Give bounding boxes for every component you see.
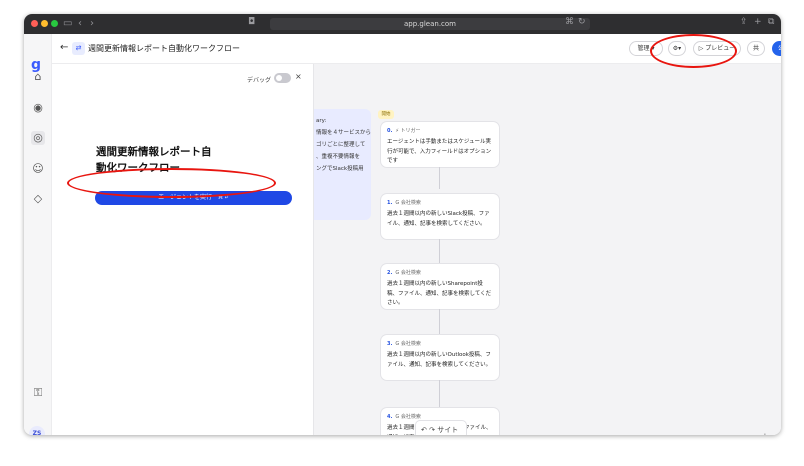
summary-card: ary: 情報を４サービスから ゴリごとに整理して 、重複不要情報を ングでSl… (314, 109, 371, 220)
workflow-canvas[interactable]: ary: 情報を４サービスから ゴリごとに整理して 、重複不要情報を ングでSl… (314, 64, 781, 435)
browser-titlebar: ▭ ‹ › ◘ app.glean.com ⌘ ↻ ⇪ + ⧉ (24, 14, 781, 34)
step-number: 1. (387, 200, 393, 206)
run-agent-button[interactable]: エージェントを実行 ⌘ ↵ (95, 191, 292, 205)
zoom-controls[interactable]: + − ⛶ (762, 432, 781, 435)
connector-line (439, 167, 440, 189)
summary-line: ゴリごとに整理して (316, 142, 366, 148)
step-kind: 会社検索 (400, 200, 421, 206)
publish-button[interactable]: 公開 (772, 41, 781, 56)
step-kind: 会社検索 (400, 270, 421, 276)
close-icon[interactable]: × (295, 72, 302, 81)
page-title: 週間更新情報レポート自動化ワークフロー (88, 44, 240, 53)
forward-nav-icon[interactable]: › (90, 18, 94, 29)
people-icon[interactable]: ☺ (31, 162, 45, 176)
step-body: 過去１週間以内の新しいSharepoint投稿、ファイル、通知、記事を検索してく… (387, 281, 492, 306)
agent-run-panel: デバッグ × 週間更新情報レポート自動化ワークフロー エージェントを実行 ⌘ ↵ (52, 64, 314, 435)
step-number: 0. (387, 128, 393, 134)
address-bar[interactable]: app.glean.com (270, 18, 590, 30)
settings-dropdown[interactable]: ⚙▾ (668, 41, 686, 56)
step-kind: トリガー (400, 128, 421, 134)
share-icon[interactable]: ⇪ (740, 17, 748, 27)
translate-icon[interactable]: ⌘ (565, 17, 574, 27)
debug-toggle[interactable] (274, 73, 291, 83)
step-header: 0. ⚡ トリガー (387, 127, 493, 134)
close-window-button[interactable] (31, 20, 38, 27)
step-header: 1. G 会社検索 (387, 199, 493, 206)
shield-icon: ◘ (248, 17, 256, 27)
back-nav-icon[interactable]: ‹ (78, 18, 82, 29)
connector-line (439, 239, 440, 264)
search-icon: G (395, 414, 400, 420)
floating-toolbar: ↶ ↷ サイト上の (416, 421, 466, 435)
chat-icon[interactable]: ◉ (31, 101, 45, 115)
agents-icon[interactable]: ◎ (31, 131, 45, 145)
reload-icon[interactable]: ↻ (578, 17, 586, 27)
workflow-step-2[interactable]: 2. G 会社検索 過去１週間以内の新しいSharepoint投稿、ファイル、通知… (381, 264, 499, 309)
browser-window: ▭ ‹ › ◘ app.glean.com ⌘ ↻ ⇪ + ⧉ g ⌂ ◉ ◎ … (24, 14, 781, 435)
tab-overview-icon[interactable]: ⧉ (768, 17, 774, 27)
workflow-step-1[interactable]: 1. G 会社検索 過去１週間以内の新しいSlack投稿、ファイル、通知、記事を検… (381, 194, 499, 239)
layers-icon[interactable]: ◇ (31, 192, 45, 206)
summary-line: ングでSlack投稿用 (316, 166, 364, 172)
back-arrow-icon[interactable]: ← (60, 42, 68, 53)
share-button[interactable]: 共 (747, 41, 765, 56)
maximize-window-button[interactable] (51, 20, 58, 27)
summary-line: 情報を４サービスから (316, 130, 372, 136)
shortcut-hint: ⌘ ↵ (218, 195, 229, 201)
step-header: 2. G 会社検索 (387, 269, 493, 276)
new-tab-icon[interactable]: + (754, 17, 762, 27)
step-number: 3. (387, 341, 393, 347)
undo-icon[interactable]: ↶ (421, 426, 427, 434)
manage-dropdown[interactable]: 管理 ▾ (629, 41, 663, 56)
desktop: ▭ ‹ › ◘ app.glean.com ⌘ ↻ ⇪ + ⧉ g ⌂ ◉ ◎ … (0, 0, 804, 466)
trigger-icon: ⚡ (395, 128, 399, 134)
left-nav-rail: g ⌂ ◉ ◎ ☺ ◇ ⚿ ZS glean (24, 34, 52, 435)
preview-label: プレビュー (705, 45, 736, 52)
minimize-window-button[interactable] (41, 20, 48, 27)
avatar[interactable]: ZS (29, 426, 45, 435)
step-kind: 会社検索 (400, 341, 421, 347)
page-header: ← ⇄ 週間更新情報レポート自動化ワークフロー 管理 ▾ ⚙▾ ▷ プレビュー … (52, 34, 781, 64)
workflow-icon: ⇄ (72, 42, 85, 55)
redo-icon[interactable]: ↷ (429, 426, 435, 434)
preview-button[interactable]: ▷ プレビュー (693, 41, 741, 56)
summary-line: 、重複不要情報を (316, 154, 361, 160)
step-kind: 会社検索 (400, 414, 421, 420)
step-header: 4. G 会社検索 (387, 413, 493, 420)
sidebar-toggle-icon[interactable]: ▭ (63, 18, 72, 29)
step-body: 過去１週間以内の新しいOutlook投稿、ファイル、通知、記事を検索してください… (387, 352, 492, 368)
manage-label: 管理 (637, 45, 650, 52)
step-body: 過去１週間以内の新しいSlack投稿、ファイル、通知、記事を検索してください。 (387, 211, 490, 227)
connector-line (439, 380, 440, 407)
workflow-step-trigger[interactable]: 0. ⚡ トリガー エージェントは手動またはスケジュール実行が可能で、入力フィール… (381, 122, 499, 167)
search-icon: G (395, 200, 400, 206)
search-icon: G (395, 270, 400, 276)
summary-line: ary: (316, 118, 327, 124)
home-icon[interactable]: ⌂ (31, 70, 45, 84)
search-icon: G (395, 341, 400, 347)
floating-text: サイト上の (437, 426, 459, 434)
step-number: 2. (387, 270, 393, 276)
start-badge: 開始 (378, 110, 394, 119)
step-header: 3. G 会社検索 (387, 340, 493, 347)
connector-line (439, 309, 440, 334)
workflow-step-3[interactable]: 3. G 会社検索 過去１週間以内の新しいOutlook投稿、ファイル、通知、記事… (381, 335, 499, 380)
key-icon[interactable]: ⚿ (31, 386, 45, 400)
step-body: エージェントは手動またはスケジュール実行が可能で、入力フィールドはオプションです (387, 139, 492, 164)
step-number: 4. (387, 414, 393, 420)
panel-title: 週間更新情報レポート自動化ワークフロー (96, 146, 212, 174)
run-agent-label: エージェントを実行 (158, 194, 213, 201)
debug-label: デバッグ (247, 77, 272, 84)
